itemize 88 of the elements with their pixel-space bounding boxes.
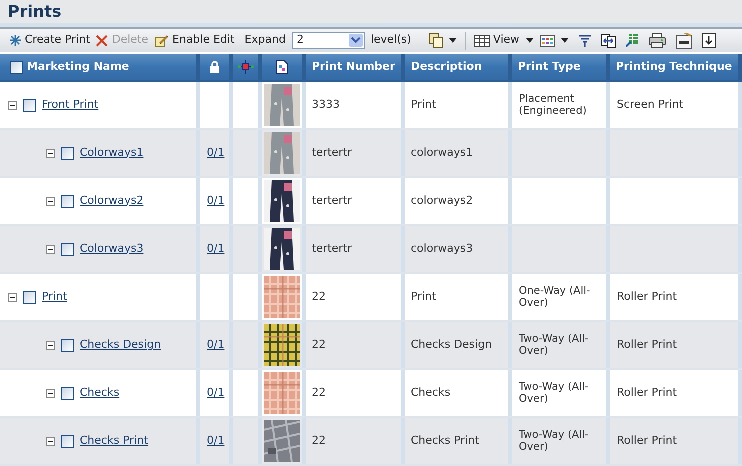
filter-icon[interactable] bbox=[578, 34, 591, 46]
table-cell-text: Print bbox=[411, 96, 436, 113]
table-cell-text: colorways3 bbox=[411, 240, 474, 257]
checkbox[interactable] bbox=[61, 434, 74, 448]
table-cell-text: colorways1 bbox=[411, 144, 474, 161]
checkbox[interactable] bbox=[61, 194, 74, 208]
table-cell-text: Checks bbox=[411, 384, 451, 401]
table-cell-text: Checks Design bbox=[411, 336, 492, 353]
checkbox[interactable] bbox=[23, 290, 36, 304]
collapse-icon[interactable] bbox=[46, 244, 55, 254]
column-header[interactable]: Print Number bbox=[312, 58, 396, 76]
compare-icon[interactable] bbox=[600, 34, 616, 48]
table-cell-text: tertertr bbox=[312, 192, 352, 209]
item-link[interactable]: Colorways2 bbox=[80, 192, 144, 210]
create-print-button[interactable]: Create Print bbox=[10, 32, 90, 49]
lock-icon bbox=[210, 61, 220, 73]
column-header[interactable]: Description bbox=[411, 58, 482, 76]
checkbox[interactable] bbox=[10, 60, 23, 74]
checkbox[interactable] bbox=[61, 386, 74, 400]
view-button[interactable]: View bbox=[474, 32, 520, 49]
table-cell-text: Print bbox=[411, 288, 436, 305]
item-link[interactable]: Checks Design bbox=[80, 336, 162, 354]
dropdown-icon bbox=[348, 34, 363, 47]
printer-icon[interactable] bbox=[648, 33, 666, 48]
table-cell-text: Roller Print bbox=[617, 288, 678, 305]
download-icon[interactable] bbox=[702, 33, 716, 48]
table-cell-text: Two-Way (All-Over) bbox=[519, 381, 590, 405]
collapse-icon[interactable] bbox=[46, 196, 55, 206]
count-link[interactable]: 0/1 bbox=[207, 144, 225, 162]
column-header[interactable]: Print Type bbox=[518, 58, 581, 76]
collapse-icon[interactable] bbox=[46, 148, 55, 158]
table-icon bbox=[474, 34, 490, 46]
item-link[interactable]: Checks bbox=[80, 384, 120, 402]
asterisk-icon bbox=[10, 35, 21, 46]
checkbox[interactable] bbox=[61, 242, 74, 256]
table-cell-text: 22 bbox=[312, 432, 326, 449]
table-cell-text: Roller Print bbox=[617, 384, 678, 401]
collapse-icon[interactable] bbox=[8, 292, 17, 302]
column-header[interactable]: Marketing Name bbox=[27, 58, 130, 76]
close-icon bbox=[96, 34, 108, 46]
collapse-icon[interactable] bbox=[46, 340, 55, 350]
collapse-icon[interactable] bbox=[8, 100, 17, 110]
item-link[interactable]: Print bbox=[42, 288, 68, 306]
item-link[interactable]: Colorways1 bbox=[80, 144, 144, 162]
table-cell-text: Placement (Engineered) bbox=[519, 93, 588, 117]
table-cell-text: Two-Way (All-Over) bbox=[519, 333, 590, 357]
table-cell-text: 22 bbox=[312, 336, 326, 353]
item-link[interactable]: Front Print bbox=[42, 96, 99, 114]
copy-icon[interactable] bbox=[429, 33, 444, 48]
pencil-icon bbox=[154, 34, 169, 47]
table-cell-text: Two-Way (All-Over) bbox=[519, 429, 590, 453]
levels-label: level(s) bbox=[370, 32, 412, 48]
count-link[interactable]: 0/1 bbox=[207, 384, 225, 402]
grid-icon[interactable] bbox=[540, 34, 555, 46]
item-link[interactable]: Checks Print bbox=[80, 432, 148, 450]
count-link[interactable]: 0/1 bbox=[207, 336, 225, 354]
caret-icon[interactable] bbox=[449, 38, 458, 43]
level-select[interactable]: 2 bbox=[292, 32, 365, 49]
count-link[interactable]: 0/1 bbox=[207, 432, 225, 450]
table-cell-text: Screen Print bbox=[617, 96, 684, 113]
table-cell-text: tertertr bbox=[312, 144, 352, 161]
table-cell-text: Roller Print bbox=[617, 336, 678, 353]
table-cell-text: 22 bbox=[312, 288, 326, 305]
checkbox[interactable] bbox=[61, 146, 74, 160]
checkbox[interactable] bbox=[23, 98, 36, 112]
collapse-icon[interactable] bbox=[46, 436, 55, 446]
table-cell-text: 3333 bbox=[312, 96, 340, 113]
page-title: Prints bbox=[8, 0, 62, 22]
enable-edit-button[interactable]: Enable Edit bbox=[154, 32, 235, 49]
collapse-icon[interactable] bbox=[46, 388, 55, 398]
url-icon[interactable] bbox=[676, 32, 692, 48]
export-icon[interactable] bbox=[626, 34, 639, 47]
count-link[interactable]: 0/1 bbox=[207, 240, 225, 258]
caret-icon[interactable] bbox=[560, 38, 569, 43]
table-cell-text: colorways2 bbox=[411, 192, 474, 209]
caret-icon[interactable] bbox=[526, 38, 534, 43]
table-cell-text: 22 bbox=[312, 384, 326, 401]
column-header[interactable]: Printing Technique bbox=[616, 58, 732, 76]
item-link[interactable]: Colorways3 bbox=[80, 240, 144, 258]
table-cell-text: Roller Print bbox=[617, 432, 678, 449]
table-cell-text: Checks Print bbox=[411, 432, 480, 449]
checkbox[interactable] bbox=[61, 338, 74, 352]
image-icon bbox=[276, 60, 288, 74]
table-cell: One-Way (All-Over) bbox=[519, 285, 591, 309]
count-link[interactable]: 0/1 bbox=[207, 192, 225, 210]
table-cell-text: tertertr bbox=[312, 240, 352, 257]
expand-label: Expand bbox=[244, 32, 286, 48]
hierarchy-icon bbox=[238, 60, 254, 74]
